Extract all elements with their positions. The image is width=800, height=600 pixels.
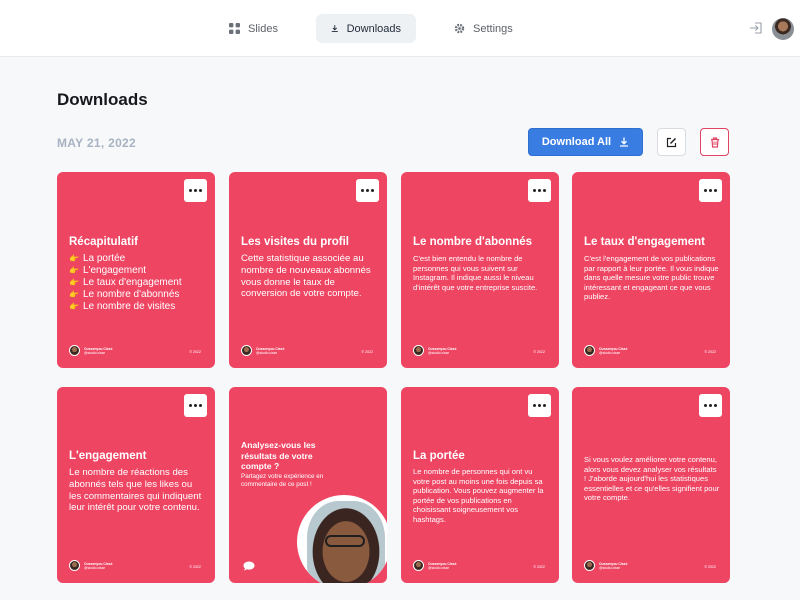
tab-slides[interactable]: Slides (214, 14, 293, 43)
slide-card[interactable]: La portée Le nombre de personnes qui ont… (401, 387, 559, 583)
download-icon (331, 25, 338, 32)
download-all-label: Download All (541, 136, 612, 148)
card-title: Le taux d'engagement (584, 236, 705, 248)
card-author: Oussenyou Cissé @studio.cisse (584, 560, 627, 571)
card-title: Le nombre d'abonnés (413, 236, 533, 248)
list-item: Le taux d'engagement (69, 277, 182, 289)
card-year: © 2022 (704, 565, 716, 569)
delete-button[interactable] (700, 128, 729, 156)
card-body: Partagez votre expérience en commentaire… (241, 473, 324, 488)
card-body: C'est bien entendu le nombre de personne… (413, 254, 538, 292)
card-year: © 2022 (704, 350, 716, 354)
edit-icon (666, 137, 677, 147)
page-title: Downloads (57, 90, 148, 109)
more-options-button[interactable] (699, 179, 722, 202)
author-avatar (69, 560, 80, 571)
list-item: Le nombre de visites (69, 301, 182, 313)
tab-downloads-label: Downloads (346, 22, 401, 35)
chat-bubble-icon (243, 561, 255, 571)
card-list: La portée L'engagement Le taux d'engagem… (69, 253, 182, 313)
tab-slides-label: Slides (248, 22, 278, 35)
slide-card[interactable]: Le taux d'engagement C'est l'engagement … (572, 172, 730, 368)
slide-card[interactable]: Les visites du profil Cette statistique … (229, 172, 387, 368)
card-body: Le nombre de réactions des abonnés tels … (69, 467, 202, 514)
author-handle: @studio.cisse (428, 350, 450, 355)
card-author: Oussenyou Cissé @studio.cisse (413, 560, 456, 571)
gear-icon (454, 23, 465, 34)
slide-card[interactable]: Analysez-vous les résultats de votre com… (229, 387, 387, 583)
card-title: Récapitulatif (69, 236, 139, 248)
author-handle: @studio.cisse (599, 350, 621, 355)
more-options-button[interactable] (184, 394, 207, 417)
card-title: Les visites du profil (241, 236, 349, 248)
slide-card[interactable]: Le nombre d'abonnés C'est bien entendu l… (401, 172, 559, 368)
author-handle: @studio.cisse (428, 565, 450, 570)
grid-icon (229, 23, 240, 34)
top-navigation: Slides Downloads Settings (0, 0, 800, 57)
more-options-button[interactable] (184, 179, 207, 202)
download-icon (620, 137, 629, 147)
tab-downloads[interactable]: Downloads (316, 14, 416, 43)
card-year: © 2022 (533, 350, 545, 354)
card-body: Cette statistique associée au nombre de … (241, 253, 371, 300)
trash-icon (710, 136, 719, 148)
card-year: © 2022 (189, 565, 201, 569)
slide-card[interactable]: L'engagement Le nombre de réactions des … (57, 387, 215, 583)
card-author: Oussenyou Cissé @studio.cisse (69, 345, 112, 356)
card-body: Si vous voulez améliorer votre contenu, … (584, 455, 720, 503)
more-options-button[interactable] (528, 394, 551, 417)
card-body: C'est l'engagement de vos publications p… (584, 254, 719, 302)
more-options-button[interactable] (356, 179, 379, 202)
tab-settings[interactable]: Settings (439, 14, 528, 43)
edit-button[interactable] (657, 128, 686, 156)
author-avatar (241, 345, 252, 356)
card-title: La portée (413, 450, 465, 462)
card-author: Oussenyou Cissé @studio.cisse (241, 345, 284, 356)
card-author: Oussenyou Cissé @studio.cisse (413, 345, 456, 356)
author-avatar (69, 345, 80, 356)
card-year: © 2022 (189, 350, 201, 354)
author-avatar (413, 345, 424, 356)
date-label: MAY 21, 2022 (57, 136, 136, 150)
list-item: La portée (69, 253, 182, 265)
list-item: Le nombre d'abonnés (69, 289, 182, 301)
logout-icon[interactable] (749, 21, 763, 35)
author-handle: @studio.cisse (84, 565, 106, 570)
tab-settings-label: Settings (473, 22, 513, 35)
more-options-button[interactable] (528, 179, 551, 202)
author-handle: @studio.cisse (256, 350, 278, 355)
list-item: L'engagement (69, 265, 182, 277)
card-body: Le nombre de personnes qui ont vu votre … (413, 467, 544, 524)
card-title: L'engagement (69, 450, 147, 462)
author-avatar (584, 560, 595, 571)
card-year: © 2022 (361, 350, 373, 354)
author-handle: @studio.cisse (599, 565, 621, 570)
user-avatar[interactable] (772, 18, 794, 40)
slide-card[interactable]: Récapitulatif La portée L'engagement Le … (57, 172, 215, 368)
portrait-photo (297, 495, 387, 583)
card-author: Oussenyou Cissé @studio.cisse (69, 560, 112, 571)
slide-card[interactable]: Si vous voulez améliorer votre contenu, … (572, 387, 730, 583)
author-avatar (584, 345, 595, 356)
card-year: © 2022 (533, 565, 545, 569)
download-all-button[interactable]: Download All (528, 128, 643, 156)
card-title: Analysez-vous les résultats de votre com… (241, 440, 316, 471)
more-options-button[interactable] (699, 394, 722, 417)
card-author: Oussenyou Cissé @studio.cisse (584, 345, 627, 356)
author-handle: @studio.cisse (84, 350, 106, 355)
author-avatar (413, 560, 424, 571)
